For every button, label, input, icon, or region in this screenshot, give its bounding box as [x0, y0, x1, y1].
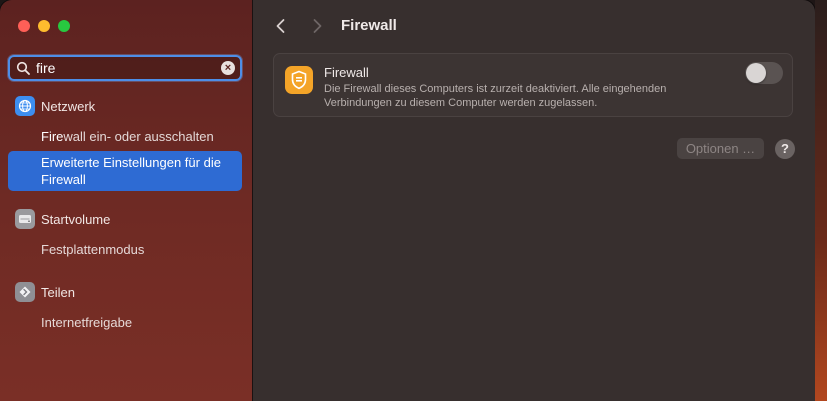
- minimize-window-button[interactable]: [38, 20, 50, 32]
- sidebar-section-teilen[interactable]: Teilen: [15, 282, 75, 302]
- sidebar-item-label: wall ein- oder ausschalten: [63, 129, 214, 144]
- search-field[interactable]: ×: [8, 55, 242, 81]
- settings-window: × Netzwerk Firewall ein- oder ausschalte…: [0, 0, 815, 401]
- search-match-text: Fire: [41, 172, 64, 187]
- help-button[interactable]: ?: [775, 139, 795, 159]
- search-icon: [16, 61, 30, 75]
- options-button[interactable]: Optionen …: [677, 138, 764, 159]
- close-window-button[interactable]: [18, 20, 30, 32]
- clear-search-icon[interactable]: ×: [221, 61, 235, 75]
- firewall-description: Die Firewall dieses Computers ist zurzei…: [324, 83, 667, 109]
- sidebar-section-label: Netzwerk: [41, 98, 96, 114]
- sidebar-item-label: Festplattenmodus: [41, 242, 145, 257]
- shield-icon: [285, 66, 313, 94]
- firewall-toggle[interactable]: [745, 62, 783, 84]
- sidebar-section-label: Teilen: [41, 284, 75, 300]
- sidebar: × Netzwerk Firewall ein- oder ausschalte…: [0, 0, 253, 401]
- maximize-window-button[interactable]: [58, 20, 70, 32]
- sidebar-item-advanced-firewall[interactable]: Erweiterte Einstellungen für die Firewal…: [41, 154, 236, 188]
- firewall-setting-card: Firewall Die Firewall dieses Computers i…: [273, 53, 793, 117]
- firewall-title: Firewall: [324, 65, 369, 80]
- toggle-knob: [746, 63, 766, 83]
- search-input[interactable]: [36, 59, 216, 77]
- sidebar-item-internetfreigabe[interactable]: Internetfreigabe: [41, 314, 132, 331]
- toolbar: Firewall: [253, 0, 815, 52]
- search-match-text: Fire: [41, 129, 64, 144]
- sidebar-item-label: Internetfreigabe: [41, 315, 133, 330]
- sidebar-section-startvolume[interactable]: Startvolume: [15, 209, 110, 229]
- main-content: Firewall Firewall Die Firewall dieses Co…: [253, 0, 815, 401]
- sidebar-item-label: Erweiterte Einstellungen für die: [41, 155, 221, 170]
- desktop-background: [815, 0, 827, 401]
- chevron-left-icon[interactable]: [271, 16, 291, 36]
- sidebar-item-label: wall: [63, 172, 86, 187]
- share-icon: [15, 282, 35, 302]
- sidebar-section-label: Startvolume: [41, 211, 111, 227]
- sidebar-item-festplattenmodus[interactable]: Festplattenmodus: [41, 241, 144, 258]
- page-title: Firewall: [341, 17, 397, 34]
- sidebar-section-netzwerk[interactable]: Netzwerk: [15, 96, 95, 116]
- chevron-right-icon[interactable]: [307, 16, 327, 36]
- sidebar-item-firewall-toggle[interactable]: Firewall ein- oder ausschalten: [41, 128, 214, 145]
- globe-icon: [15, 96, 35, 116]
- disk-icon: [15, 209, 35, 229]
